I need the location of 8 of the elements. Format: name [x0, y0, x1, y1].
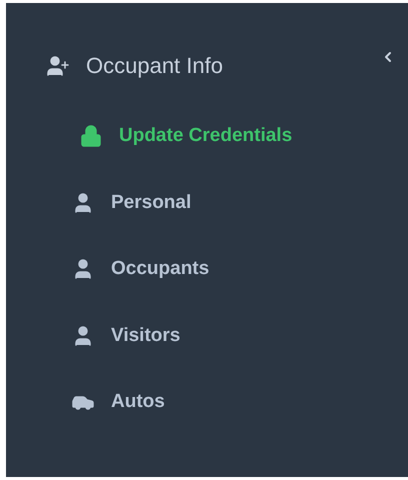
- lock-icon: [79, 124, 103, 148]
- menu-item[interactable]: Personal: [71, 188, 408, 217]
- menu-item[interactable]: Visitors: [71, 322, 408, 350]
- menu-header[interactable]: Occupant Info: [6, 3, 408, 112]
- user-plus-icon: [46, 54, 70, 78]
- menu-item[interactable]: Occupants: [71, 255, 408, 284]
- menu-item[interactable]: Update Credentials: [71, 122, 408, 150]
- menu-item[interactable]: Autos: [71, 388, 408, 416]
